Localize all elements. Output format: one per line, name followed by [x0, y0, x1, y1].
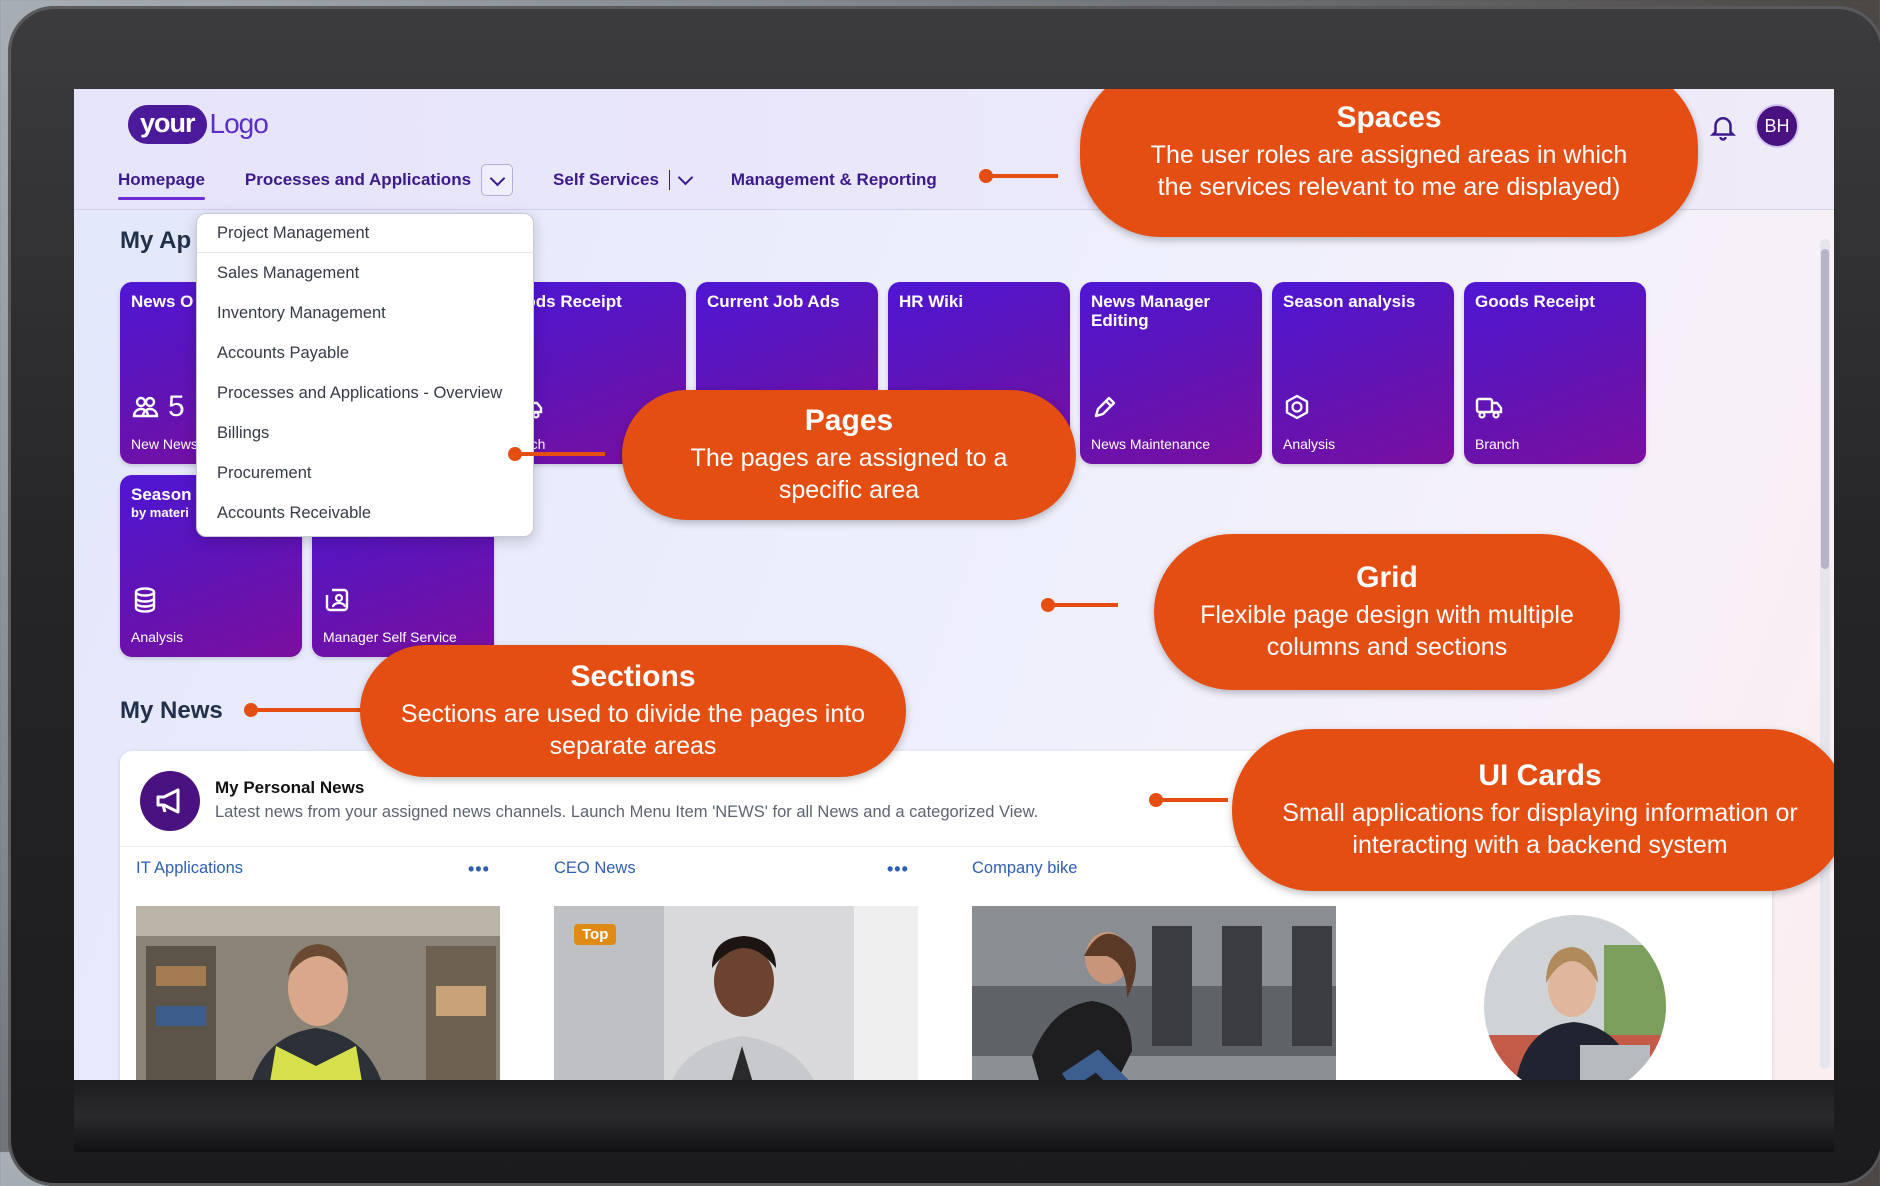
tile-goods-receipt[interactable]: Goods Receipt Branch: [1464, 282, 1646, 464]
divider: [668, 170, 670, 190]
section-title-my-apps: My Ap: [120, 227, 192, 254]
tile-title: Current Job Ads: [707, 292, 840, 311]
menu-item-sales-management[interactable]: Sales Management: [217, 264, 359, 283]
callout-description: Flexible page design with multiple colum…: [1200, 601, 1574, 661]
callout-title: Pages: [804, 404, 894, 437]
tab-processes-label: Processes and Applications: [244, 170, 472, 189]
laptop-bottom-bezel: [74, 1080, 1834, 1152]
tab-homepage-label: Homepage: [118, 170, 205, 189]
tile-footer: Branch: [1475, 436, 1520, 452]
edit-icon: [1094, 396, 1116, 418]
top-badge: Top: [574, 924, 617, 945]
tile-season-analysis[interactable]: Season analysis Analysis: [1272, 282, 1454, 464]
chevron-down-icon[interactable]: [481, 164, 514, 196]
news-image-warehouse[interactable]: [136, 906, 500, 1080]
tile-title: HR Wiki: [899, 292, 964, 311]
menu-item-inventory-management[interactable]: Inventory Management: [217, 304, 386, 323]
chevron-down-icon[interactable]: [677, 169, 694, 185]
menu-item-billings[interactable]: Billings: [217, 424, 269, 443]
megaphone-icon: [140, 771, 200, 831]
bell-icon[interactable]: [1708, 112, 1738, 142]
callout-title: Sections: [570, 660, 696, 693]
menu-item-accounts-receivable[interactable]: Accounts Receivable: [217, 504, 371, 523]
tab-homepage[interactable]: Homepage: [118, 170, 205, 200]
tile-footer: News Maintenance: [1091, 436, 1211, 452]
tab-processes-applications[interactable]: Processes and Applications: [244, 164, 514, 206]
callout-description: Sections are used to divide the pages in…: [400, 700, 866, 760]
channel-company-bike[interactable]: Company bike: [972, 859, 1077, 878]
tile-footer: New News: [131, 436, 198, 452]
menu-item-accounts-payable[interactable]: Accounts Payable: [217, 344, 349, 363]
scrollbar-thumb[interactable]: [1821, 249, 1829, 569]
analysis-icon: [1285, 394, 1309, 420]
callout-description: The user roles are assigned areas in whi…: [1150, 141, 1628, 201]
callout-title: UI Cards: [1478, 759, 1602, 792]
tile-news-manager-editing[interactable]: News Manager Editing News Maintenance: [1080, 282, 1262, 464]
avatar[interactable]: BH: [1755, 104, 1799, 148]
tile-kpi: 5: [168, 390, 185, 423]
more-icon[interactable]: •••: [887, 859, 909, 880]
company-logo[interactable]: your Logo: [128, 101, 269, 147]
spaces-nav: Homepage Processes and Applications Self…: [118, 164, 977, 206]
callout-ui-cards: UI Cards Small applications for displayi…: [1232, 729, 1834, 891]
badge-icon: [325, 588, 349, 612]
scrollbar[interactable]: [1820, 239, 1830, 1069]
channel-it-applications[interactable]: IT Applications: [136, 859, 243, 878]
callout-pages: Pages The pages are assigned to a specif…: [622, 390, 1076, 520]
tile-footer: Analysis: [1283, 436, 1336, 452]
callout-title: Spaces: [1336, 101, 1442, 134]
menu-item-processes-overview[interactable]: Processes and Applications - Overview: [217, 384, 502, 403]
callout-spaces: Spaces The user roles are assigned areas…: [1080, 89, 1698, 237]
callout-leader: [1048, 603, 1118, 607]
news-card-subtitle: Latest news from your assigned news chan…: [215, 803, 1039, 821]
callout-leader: [515, 452, 605, 456]
group-icon: [132, 396, 159, 418]
tile-title: Season analysis: [1283, 292, 1416, 311]
tile-subtitle: by materi: [131, 505, 189, 520]
news-image-ceo[interactable]: Top: [554, 906, 918, 1080]
callout-leader: [986, 174, 1058, 178]
processes-dropdown-menu: Project Management Sales Management Inve…: [196, 213, 534, 537]
tile-footer: Analysis: [131, 629, 184, 645]
callout-title: Grid: [1356, 561, 1418, 594]
callout-leader: [251, 708, 361, 712]
tile-title: News Manager Editing: [1091, 292, 1211, 330]
section-title-my-news: My News: [120, 697, 223, 724]
menu-item-project-management[interactable]: Project Management: [217, 224, 369, 243]
logo-text: Logo: [209, 108, 269, 139]
callout-description: The pages are assigned to a specific are…: [690, 444, 1008, 504]
logo-badge: your: [128, 104, 207, 144]
tab-management-reporting[interactable]: Management & Reporting: [731, 170, 937, 200]
more-icon[interactable]: •••: [468, 859, 490, 880]
callout-grid: Grid Flexible page design with multiple …: [1154, 534, 1620, 690]
tile-footer: Manager Self Service: [323, 629, 457, 645]
news-image-portrait[interactable]: [1484, 915, 1666, 1080]
launchpad-screen: your Logo Homepage Processes and Applica…: [74, 89, 1834, 1080]
database-icon: [134, 587, 156, 613]
tile-title: Goods Receipt: [1475, 292, 1595, 311]
tile-title: oods Receipt: [515, 292, 622, 311]
callout-leader: [1156, 798, 1228, 802]
channel-ceo-news[interactable]: CEO News: [554, 859, 636, 878]
tab-self-services[interactable]: Self Services: [553, 169, 694, 200]
menu-item-procurement[interactable]: Procurement: [217, 464, 311, 483]
news-image-company-bike[interactable]: [972, 906, 1336, 1080]
tab-management-label: Management & Reporting: [730, 170, 937, 189]
truck-icon: [1475, 397, 1503, 419]
callout-sections: Sections Sections are used to divide the…: [360, 645, 906, 777]
news-card-title: My Personal News: [215, 778, 365, 797]
callout-description: Small applications for displaying inform…: [1282, 799, 1798, 859]
tab-self-services-label: Self Services: [553, 170, 659, 189]
